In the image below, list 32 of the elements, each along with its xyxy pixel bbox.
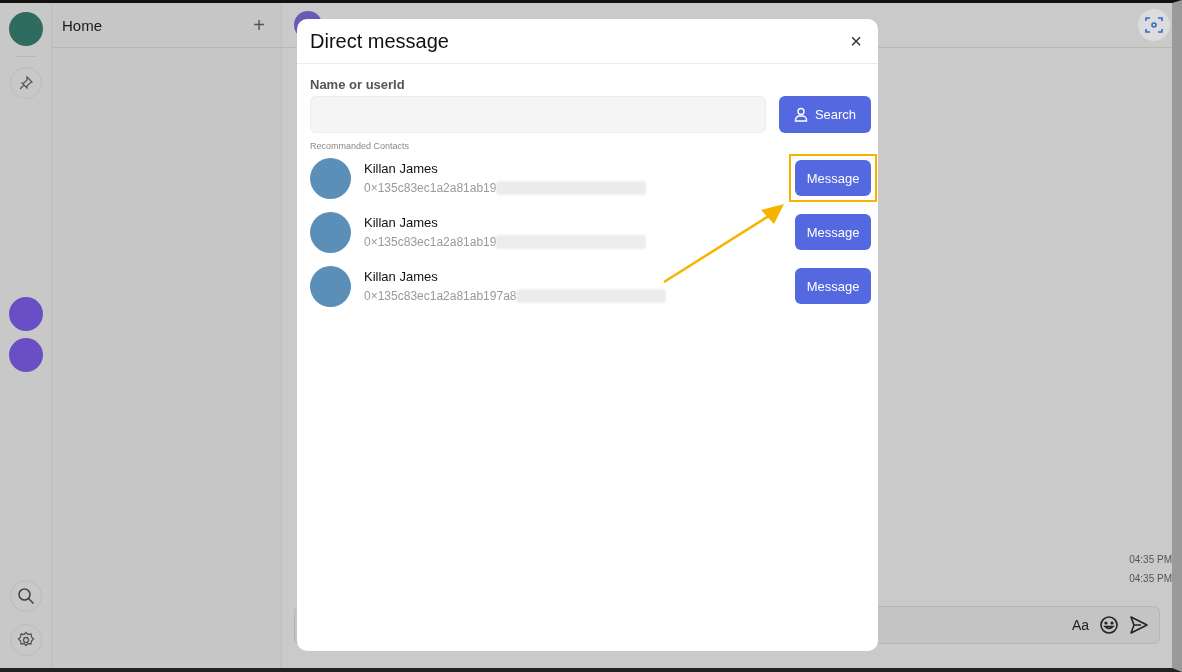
group-avatar[interactable] bbox=[8, 297, 43, 331]
section-label: Recommanded Contacts bbox=[310, 141, 411, 151]
message-time: 04:35 PM bbox=[1129, 554, 1172, 565]
contact-avatar bbox=[310, 265, 351, 307]
contact-avatar bbox=[310, 157, 351, 199]
message-button[interactable]: Message bbox=[795, 214, 871, 250]
profile-avatar[interactable] bbox=[8, 12, 43, 46]
settings-icon[interactable] bbox=[9, 624, 42, 656]
field-label: Name or userId bbox=[310, 77, 406, 92]
search-icon[interactable] bbox=[9, 580, 42, 612]
contact-name: Killan James bbox=[364, 215, 439, 230]
person-icon bbox=[793, 107, 808, 122]
contact-name: Killan James bbox=[364, 269, 439, 284]
search-button[interactable]: Search bbox=[779, 96, 871, 133]
scan-icon[interactable] bbox=[1138, 9, 1170, 41]
format-button[interactable]: Aa bbox=[1071, 617, 1089, 633]
send-icon[interactable] bbox=[1129, 615, 1149, 635]
contact-address: 0×135c83ec1a2a81ab19 bbox=[364, 181, 497, 195]
close-button[interactable]: × bbox=[850, 29, 862, 53]
contact-avatar bbox=[310, 211, 351, 253]
contact-name: Killan James bbox=[364, 161, 439, 176]
add-button[interactable]: + bbox=[251, 13, 267, 37]
contact-address: 0×135c83ec1a2a81ab197a8 bbox=[364, 289, 517, 303]
emoji-icon[interactable] bbox=[1099, 615, 1119, 635]
contact-address: 0×135c83ec1a2a81ab19 bbox=[364, 235, 497, 249]
pin-icon[interactable] bbox=[9, 67, 42, 99]
dialog-title: Direct message bbox=[310, 29, 449, 53]
message-time: 04:35 PM bbox=[1129, 573, 1172, 584]
message-button[interactable]: Message bbox=[795, 160, 871, 196]
panel-title: Home bbox=[62, 16, 102, 34]
group-avatar[interactable] bbox=[8, 338, 43, 372]
message-button[interactable]: Message bbox=[795, 268, 871, 304]
